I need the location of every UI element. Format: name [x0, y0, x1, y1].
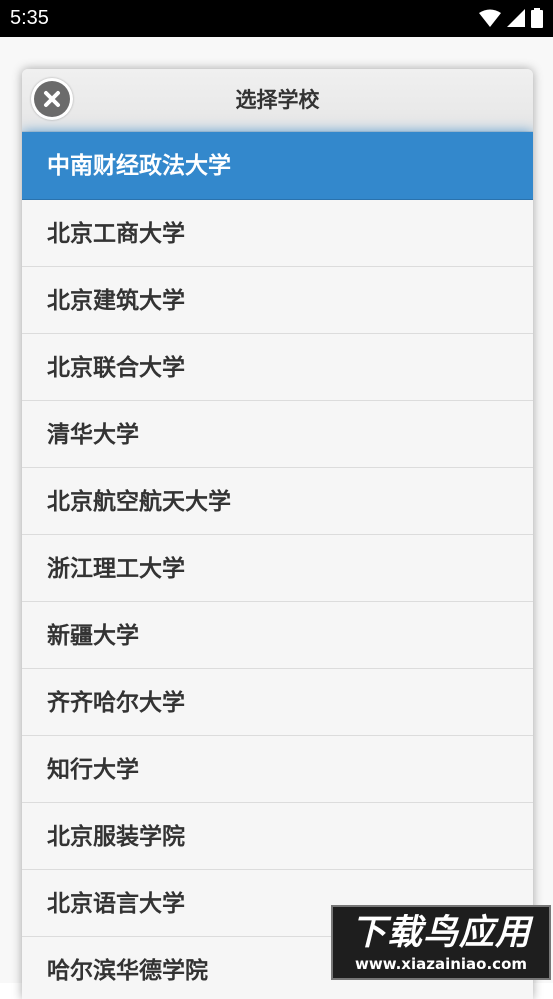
list-item[interactable]: 北京航空航天大学	[22, 468, 533, 535]
battery-icon	[531, 8, 543, 28]
list-item[interactable]: 北京服装学院	[22, 803, 533, 870]
status-icons	[479, 7, 543, 29]
dialog-title: 选择学校	[235, 88, 320, 112]
list-item-selected[interactable]: 中南财经政法大学	[22, 132, 533, 200]
wifi-icon	[479, 9, 501, 27]
list-item-label: 知行大学	[47, 757, 139, 783]
status-bar: 5:35	[0, 0, 553, 37]
list-item[interactable]: 新疆大学	[22, 602, 533, 669]
list-item-label: 哈尔滨华德学院	[47, 958, 208, 984]
watermark-brand: 下载鸟应用	[350, 913, 531, 953]
list-item-label: 齐齐哈尔大学	[47, 690, 185, 716]
list-item-label: 北京服装学院	[47, 824, 185, 850]
list-item[interactable]: 浙江理工大学	[22, 535, 533, 602]
list-item[interactable]: 北京联合大学	[22, 334, 533, 401]
list-item[interactable]: 齐齐哈尔大学	[22, 669, 533, 736]
list-item-label: 清华大学	[47, 422, 139, 448]
list-item-label: 北京联合大学	[47, 355, 185, 381]
dialog-header: 选择学校	[22, 69, 533, 132]
list-item-label: 北京语言大学	[47, 891, 185, 917]
list-item[interactable]: 知行大学	[22, 736, 533, 803]
list-item-label: 新疆大学	[47, 623, 139, 649]
list-item[interactable]: 清华大学	[22, 401, 533, 468]
list-item-label: 北京建筑大学	[47, 288, 185, 314]
school-picker-dialog: 选择学校 中南财经政法大学 北京工商大学 北京建筑大学 北京联合大学 清华大学北京航空航…	[22, 69, 533, 999]
list-item-label: 北京航空航天大学	[47, 489, 231, 515]
signal-icon	[507, 9, 525, 27]
watermark-url: www.xiazainiao.com	[354, 955, 528, 973]
school-list: 中南财经政法大学 北京工商大学 北京建筑大学 北京联合大学 清华大学北京航空航天大学 浙江…	[22, 132, 533, 999]
list-item-label: 中南财经政法大学	[47, 153, 231, 179]
list-item-label: 浙江理工大学	[47, 556, 185, 582]
list-item-label: 北京工商大学	[47, 221, 185, 247]
list-item[interactable]: 北京建筑大学	[22, 267, 533, 334]
status-time: 5:35	[10, 7, 49, 29]
watermark-logo: 下载鸟应用 www.xiazainiao.com	[331, 905, 551, 980]
list-item[interactable]: 北京工商大学	[22, 200, 533, 267]
